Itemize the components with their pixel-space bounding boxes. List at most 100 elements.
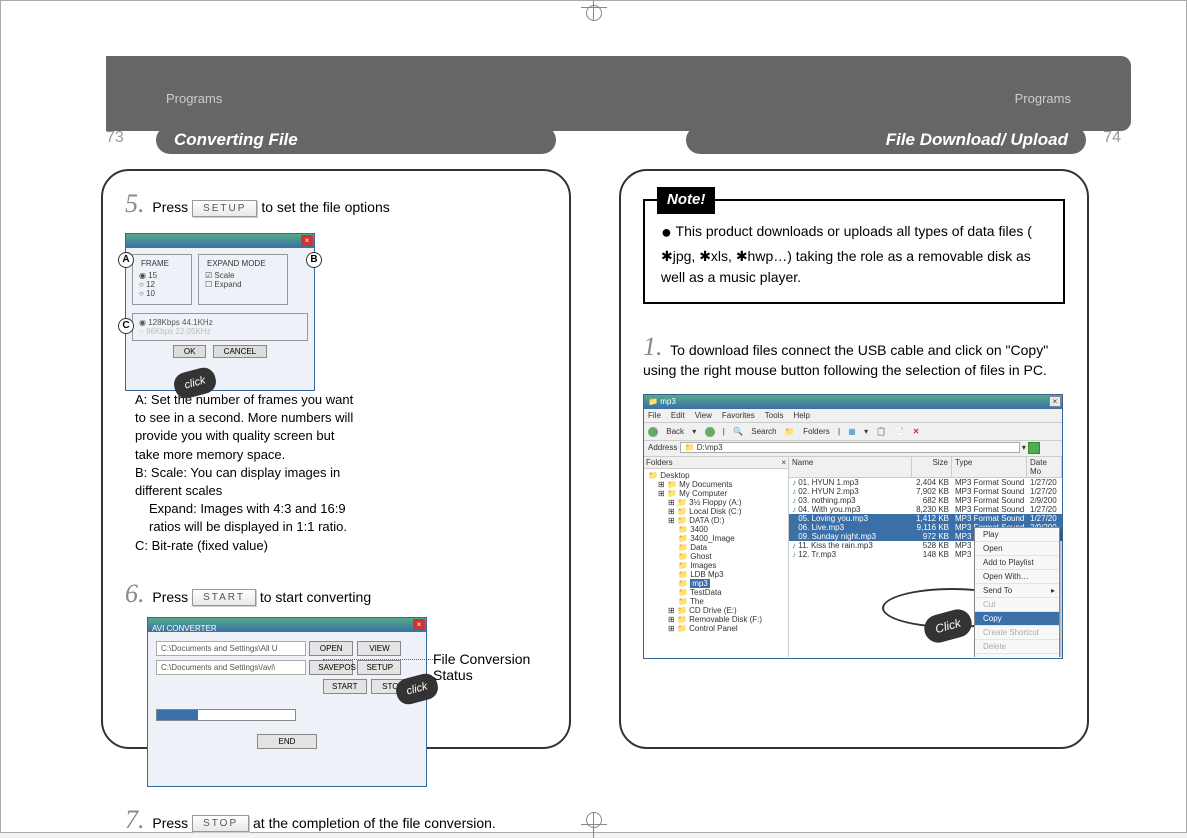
open-button[interactable]: OPEN <box>309 641 353 656</box>
tree-node[interactable]: ⊞ 📁 My Computer <box>648 489 784 498</box>
menu-view[interactable]: View <box>695 411 712 420</box>
address-bar: Address 📁 D:\mp3 ▾ <box>644 441 1062 457</box>
tree-node[interactable]: ⊞ 📁 Local Disk (C:) <box>648 507 784 516</box>
context-open-with-[interactable]: Open With… <box>975 570 1059 584</box>
forward-icon[interactable] <box>705 427 715 437</box>
col-name[interactable]: Name <box>789 457 912 477</box>
delete-icon[interactable]: ✕ <box>913 427 920 436</box>
tree-node[interactable]: 📁 TestData <box>648 588 784 597</box>
file-row[interactable]: ♪ 03. nothing.mp3682 KBMP3 Format Sound2… <box>789 496 1062 505</box>
close-icon[interactable]: × <box>301 235 313 246</box>
marker-c: C <box>118 318 134 334</box>
context-copy[interactable]: Copy <box>975 612 1059 626</box>
address-field[interactable]: 📁 D:\mp3 <box>680 442 1020 453</box>
folders-icon[interactable]: 📁 <box>785 427 795 436</box>
tree-node[interactable]: ⊞ 📁 My Documents <box>648 480 784 489</box>
source-path-field[interactable]: C:\Documents and Settings\All U <box>156 641 306 656</box>
marker-a: A <box>118 252 134 268</box>
step-7-number: 7. <box>125 805 145 834</box>
context-create-shortcut: Create Shortcut <box>975 626 1059 640</box>
left-panel: 5. Press SETUP to set the file options ×… <box>101 169 571 749</box>
tree-node[interactable]: 📁 Data <box>648 543 784 552</box>
page-number-left: 73 <box>106 129 124 147</box>
bitrate-128-radio[interactable]: ◉ 128Kbps 44.1KHz <box>139 318 301 327</box>
folder-tree: Folders× 📁 Desktop⊞ 📁 My Documents⊞ 📁 My… <box>644 457 789 657</box>
marker-b: B <box>306 252 322 268</box>
file-row[interactable]: ♪ 05. Loving you.mp31,412 KBMP3 Format S… <box>789 514 1062 523</box>
close-icon[interactable]: × <box>1049 396 1061 407</box>
tree-node[interactable]: 📁 LDB Mp3 <box>648 570 784 579</box>
tree-node[interactable]: ⊞ 📁 Removable Disk (F:) <box>648 615 784 624</box>
right-panel: Note! ● This product downloads or upload… <box>619 169 1089 749</box>
file-row[interactable]: ♪ 01. HYUN 1.mp32,404 KBMP3 Format Sound… <box>789 478 1062 487</box>
tree-node[interactable]: ⊞ 📁 CD Drive (E:) <box>648 606 784 615</box>
menu-help[interactable]: Help <box>793 411 809 420</box>
tree-node[interactable]: 📁 mp3 <box>648 579 784 588</box>
programs-label-right: Programs <box>1015 91 1071 106</box>
frame-15-radio[interactable]: ◉ 15 <box>139 271 185 280</box>
col-date[interactable]: Date Mo <box>1027 457 1062 477</box>
setup-button[interactable]: SETUP <box>357 660 401 675</box>
conversion-status-label: File Conversion Status <box>433 651 569 683</box>
close-icon[interactable]: × <box>413 619 425 630</box>
stop-button-inline[interactable]: STOP <box>192 815 249 832</box>
step-5-line: 5. Press SETUP to set the file options <box>125 189 547 219</box>
dest-path-field[interactable]: C:\Documents and Settings\/avi\ <box>156 660 306 675</box>
tool-bar: Back ▾ | 🔍 Search 📁 Folders | ▦ ▾ 📋 📄 ✕ <box>644 423 1062 441</box>
search-icon[interactable]: 🔍 <box>733 427 743 436</box>
tree-node[interactable]: ⊞ 📁 Control Panel <box>648 624 784 633</box>
col-size[interactable]: Size <box>912 457 952 477</box>
scale-checkbox[interactable]: ☑ Scale <box>205 271 281 280</box>
context-send-to[interactable]: Send To▸ <box>975 584 1059 598</box>
context-play[interactable]: Play <box>975 528 1059 542</box>
context-menu: PlayOpenAdd to PlaylistOpen With…Send To… <box>974 527 1060 657</box>
menu-file[interactable]: File <box>648 411 661 420</box>
context-open[interactable]: Open <box>975 542 1059 556</box>
copy-icon[interactable]: 📋 <box>876 427 886 436</box>
back-icon[interactable] <box>648 427 658 437</box>
tree-node[interactable]: 📁 Desktop <box>648 471 784 480</box>
bullet-icon: ● <box>661 222 672 242</box>
views-icon[interactable]: ▦ <box>848 427 856 436</box>
expand-checkbox[interactable]: ☐ Expand <box>205 280 281 289</box>
crop-circle-top <box>586 5 602 21</box>
page-number-right: 74 <box>1103 129 1121 147</box>
context-add-to-playlist[interactable]: Add to Playlist <box>975 556 1059 570</box>
col-type[interactable]: Type <box>952 457 1027 477</box>
file-row[interactable]: ♪ 04. With you.mp38,230 KBMP3 Format Sou… <box>789 505 1062 514</box>
start-button[interactable]: START <box>323 679 367 694</box>
note-tag: Note! <box>657 187 715 214</box>
frame-12-radio[interactable]: ○ 12 <box>139 280 185 289</box>
tree-node[interactable]: 📁 3400_Image <box>648 534 784 543</box>
setup-button-inline[interactable]: SETUP <box>192 200 257 217</box>
savepos-button[interactable]: SAVEPOS <box>309 660 353 675</box>
menu-favorites[interactable]: Favorites <box>722 411 755 420</box>
title-left: Converting File <box>156 126 556 154</box>
paste-icon[interactable]: 📄 <box>895 427 905 436</box>
menu-tools[interactable]: Tools <box>765 411 784 420</box>
go-button[interactable] <box>1028 442 1040 454</box>
step-6-number: 6. <box>125 579 145 608</box>
bitrate-96-radio[interactable]: ○ 96Kbps 22.05KHz <box>139 327 301 336</box>
start-button-inline[interactable]: START <box>192 589 256 606</box>
close-tree-icon[interactable]: × <box>781 458 786 467</box>
cancel-button[interactable]: CANCEL <box>213 345 267 358</box>
end-button[interactable]: END <box>257 734 317 749</box>
file-row[interactable]: ♪ 02. HYUN 2.mp37,902 KBMP3 Format Sound… <box>789 487 1062 496</box>
tree-node[interactable]: ⊞ 📁 3½ Floppy (A:) <box>648 498 784 507</box>
frame-10-radio[interactable]: ○ 10 <box>139 289 185 298</box>
tree-node[interactable]: 📁 3400 <box>648 525 784 534</box>
crop-circle-bottom <box>586 812 602 828</box>
menu-bar: File Edit View Favorites Tools Help <box>644 409 1062 423</box>
menu-edit[interactable]: Edit <box>671 411 685 420</box>
tree-node[interactable]: 📁 The <box>648 597 784 606</box>
step-5-number: 5. <box>125 189 145 218</box>
step-5-description: A: Set the number of frames you want to … <box>135 391 355 555</box>
tree-node[interactable]: ⊞ 📁 DATA (D:) <box>648 516 784 525</box>
tree-node[interactable]: 📁 Images <box>648 561 784 570</box>
title-right: File Download/ Upload <box>686 126 1086 154</box>
header-bar: Programs Programs <box>106 56 1131 131</box>
tree-node[interactable]: 📁 Ghost <box>648 552 784 561</box>
ok-button[interactable]: OK <box>173 345 207 358</box>
view-button[interactable]: VIEW <box>357 641 401 656</box>
